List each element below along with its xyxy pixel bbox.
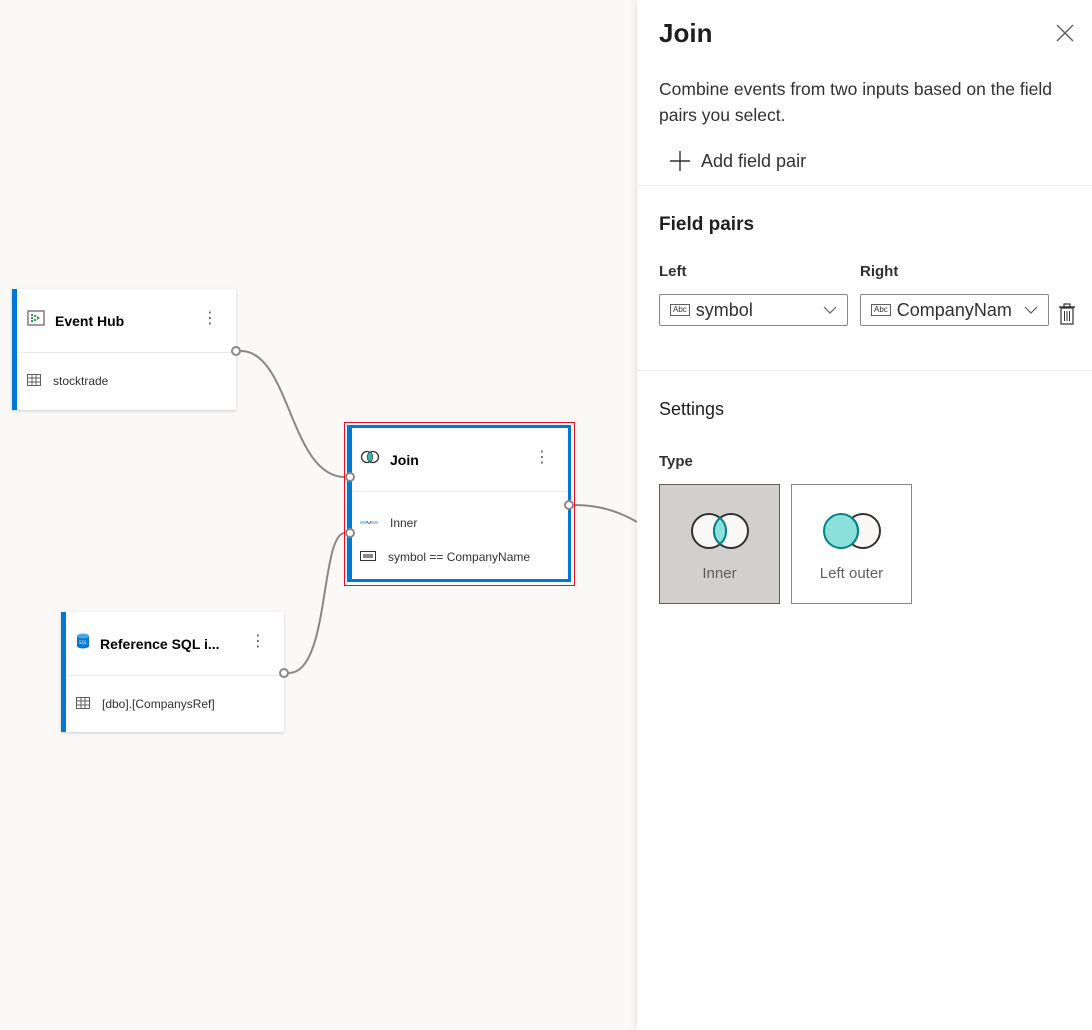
node-row: Inner: [352, 506, 568, 540]
left-field-dropdown[interactable]: Abc symbol: [659, 294, 848, 326]
sql-database-icon: SQL: [76, 633, 90, 654]
divider: [637, 370, 1092, 371]
inner-join-venn-icon: [690, 513, 749, 549]
node-header: Join ⋮: [352, 428, 568, 492]
plus-icon: [670, 151, 690, 171]
panel-title: Join: [659, 18, 713, 48]
chevron-down-icon: [1024, 303, 1038, 317]
output-port[interactable]: [231, 346, 241, 356]
node-row: symbol == CompanyName: [352, 540, 568, 574]
join-type-inner-option[interactable]: Inner: [659, 484, 780, 604]
svg-text:SQL: SQL: [79, 640, 88, 645]
panel-description: Combine events from two inputs based on …: [659, 79, 1052, 125]
reference-sql-node[interactable]: SQL Reference SQL i... ⋮ [dbo].[Companys…: [61, 612, 284, 732]
input-port-right[interactable]: [345, 528, 355, 538]
more-options-icon[interactable]: ⋮: [534, 450, 550, 466]
join-type-left-outer-option[interactable]: Left outer: [791, 484, 912, 604]
node-title: Event Hub: [55, 312, 125, 329]
join-type-inner-label: Inner: [702, 565, 737, 582]
right-label: Right: [860, 263, 899, 280]
join-condition-label: symbol == CompanyName: [388, 550, 531, 564]
more-options-icon[interactable]: ⋮: [202, 311, 218, 327]
table-icon: [76, 696, 90, 712]
join-settings-panel: Join Combine events from two inputs base…: [637, 0, 1092, 1030]
left-outer-join-venn-icon: [822, 513, 881, 549]
string-type-icon: Abc: [871, 304, 891, 316]
right-field-dropdown[interactable]: Abc CompanyNam: [860, 294, 1049, 326]
add-field-pair-label: Add field pair: [701, 150, 807, 171]
node-row-label: [dbo].[CompanysRef]: [102, 697, 215, 711]
join-icon: [360, 450, 380, 469]
table-icon: [27, 373, 41, 389]
output-port[interactable]: [564, 500, 574, 510]
right-field-value: CompanyNam: [896, 299, 1012, 320]
field-pairs-heading: Field pairs: [659, 214, 755, 235]
left-label: Left: [659, 263, 687, 280]
input-port-left[interactable]: [345, 472, 355, 482]
event-hub-node[interactable]: Event Hub ⋮ stocktrade: [12, 289, 236, 410]
join-node[interactable]: Join ⋮ Inner symbol == CompanyName: [347, 425, 571, 582]
delete-field-pair-button[interactable]: [1058, 303, 1076, 330]
node-row: stocktrade: [17, 353, 236, 409]
left-field-value: symbol: [695, 299, 753, 320]
join-type-label: Inner: [390, 516, 418, 530]
string-type-icon: Abc: [670, 304, 690, 316]
add-field-pair-button[interactable]: Add field pair: [669, 150, 806, 172]
join-type-icon: [360, 516, 378, 530]
node-title: Reference SQL i...: [100, 635, 220, 652]
diagram-canvas[interactable]: Event Hub ⋮ stocktrade Join ⋮ Inner symb…: [0, 0, 637, 1030]
output-port[interactable]: [279, 668, 289, 678]
close-icon: [1056, 24, 1074, 42]
close-button[interactable]: [1054, 22, 1076, 44]
connection-join-to-output: [574, 504, 637, 523]
trash-icon: [1059, 303, 1075, 325]
more-options-icon[interactable]: ⋮: [250, 634, 266, 650]
node-row-label: stocktrade: [53, 374, 109, 388]
node-header: SQL Reference SQL i... ⋮: [66, 612, 284, 676]
join-type-left-outer-label: Left outer: [819, 565, 884, 582]
node-body: Inner symbol == CompanyName: [352, 492, 568, 574]
settings-heading: Settings: [659, 399, 725, 419]
divider: [637, 185, 1092, 186]
field-pair-icon: [360, 550, 376, 564]
event-hub-icon: [27, 310, 45, 331]
connection-reference-to-join: [288, 532, 346, 674]
node-title: Join: [390, 451, 419, 468]
connection-eventhub-to-join: [240, 350, 346, 478]
node-header: Event Hub ⋮: [17, 289, 236, 353]
chevron-down-icon: [823, 306, 837, 314]
type-label: Type: [659, 453, 693, 470]
node-row: [dbo].[CompanysRef]: [66, 676, 284, 732]
